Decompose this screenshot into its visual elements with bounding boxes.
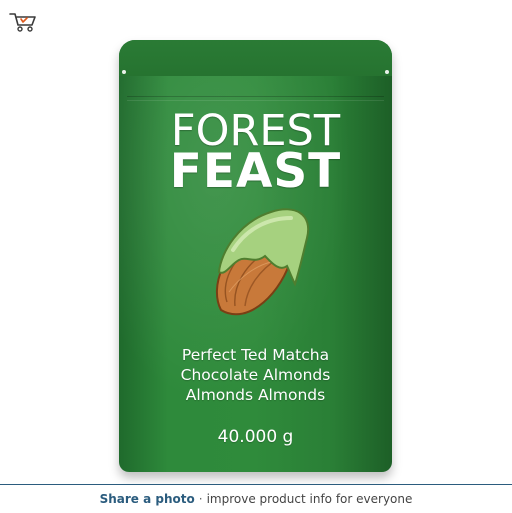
share-message: improve product info for everyone <box>206 492 413 506</box>
description-line: Chocolate Almonds <box>180 366 331 384</box>
net-weight: 40.000 g <box>217 427 294 447</box>
description-line: Almonds Almonds <box>185 386 326 404</box>
separator-dot: · <box>198 492 203 506</box>
tear-notch-right <box>385 70 389 74</box>
share-photo-bar: Share a photo · improve product info for… <box>0 484 512 513</box>
zip-seal-line <box>127 96 384 97</box>
product-image: FOREST FEAST Perfect Ted Matcha Chocolat… <box>0 0 512 484</box>
description-line: Perfect Ted Matcha <box>181 346 330 364</box>
share-photo-link[interactable]: Share a photo <box>100 492 195 506</box>
brand-name-line2: FEAST <box>169 144 342 199</box>
tear-notch-left <box>122 70 126 74</box>
product-description: Perfect Ted Matcha Chocolate Almonds Alm… <box>119 345 392 405</box>
product-pouch: FOREST FEAST Perfect Ted Matcha Chocolat… <box>119 40 392 472</box>
matcha-almond-illustration <box>216 208 310 316</box>
zip-seal-highlight <box>127 100 384 101</box>
